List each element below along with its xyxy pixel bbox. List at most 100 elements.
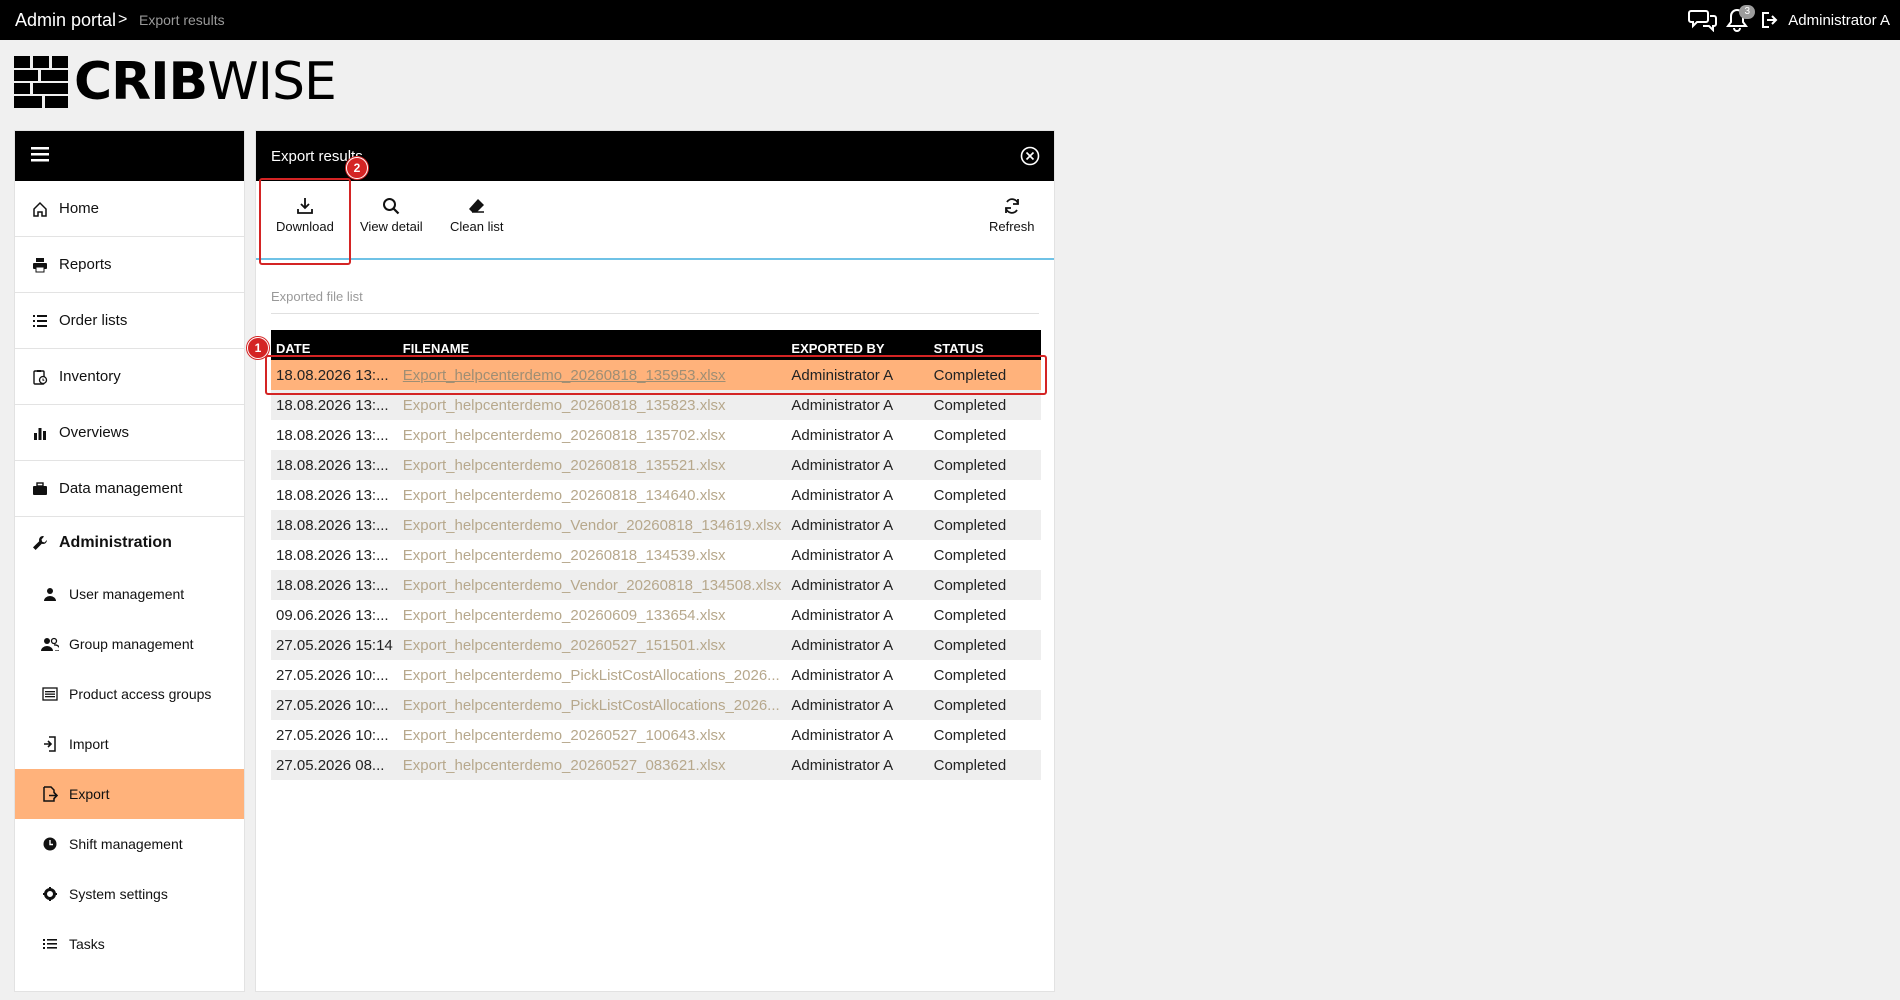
cell-status: Completed — [928, 630, 1041, 660]
printer-icon — [31, 256, 49, 274]
sidebar-item-label: Order lists — [59, 312, 128, 329]
close-icon[interactable] — [1020, 146, 1040, 170]
table-row[interactable]: 27.05.2026 08... Export_helpcenterdemo_20… — [271, 750, 1041, 780]
callout-number-2: 2 — [346, 157, 368, 179]
notifications-button[interactable]: 3 — [1726, 5, 1756, 32]
clean-list-button[interactable]: Clean list — [450, 197, 503, 234]
cell-status: Completed — [933, 546, 1007, 564]
clock-icon — [41, 835, 59, 853]
sidebar-item-system-settings[interactable]: System settings — [15, 869, 244, 919]
breadcrumb-current: Export results — [139, 12, 225, 28]
sidebar-item-order-lists[interactable]: Order lists — [15, 293, 244, 349]
cell-date: 18.08.2026 13:... — [276, 426, 389, 444]
sidebar-item-tasks[interactable]: Tasks — [15, 919, 244, 969]
logout-icon[interactable] — [1760, 10, 1778, 30]
cell-exported-by: Administrator A — [786, 630, 929, 660]
cell-filename[interactable]: Export_helpcenterdemo_PickListCostAlloca… — [398, 660, 787, 690]
table-row[interactable]: 27.05.2026 10:... Export_helpcenterdemo_P… — [271, 660, 1041, 690]
toolbar: Download View detail Clean list Refresh — [256, 181, 1054, 260]
table-row[interactable]: 27.05.2026 15:14 Export_helpcenterdemo_20… — [271, 630, 1041, 660]
breadcrumb-admin-portal[interactable]: Admin portal — [15, 10, 116, 31]
callout-highlight-download — [259, 178, 351, 265]
cell-date: 18.08.2026 13:... — [271, 570, 398, 600]
view-detail-label: View detail — [360, 219, 423, 234]
cell-filename[interactable]: Export_helpcenterdemo_Vendor_20260818_13… — [397, 570, 787, 600]
cell-exported-by: Administrator A — [786, 510, 929, 540]
sidebar-item-overviews[interactable]: Overviews — [15, 405, 244, 461]
sidebar-item-reports[interactable]: Reports — [15, 237, 244, 293]
search-icon — [383, 198, 400, 215]
table-row[interactable]: 27.05.2026 10:... Export_helpcenterdemo_2… — [271, 720, 1041, 750]
sidebar-item-import[interactable]: Import — [15, 719, 244, 769]
user-name[interactable]: Administrator A — [1788, 12, 1890, 29]
export-results-panel: Export results Download View detail Clea… — [255, 130, 1055, 992]
chat-icon[interactable] — [1688, 8, 1718, 32]
table-row[interactable]: 18.08.2026 13:... Export_helpcenterdemo_2… — [271, 480, 1041, 510]
user-icon — [41, 585, 59, 603]
sidebar-item-inventory[interactable]: Inventory — [15, 349, 244, 405]
cell-filename[interactable]: Export_helpcenterdemo_20260527_083621.xl… — [397, 750, 787, 780]
users-icon — [41, 635, 59, 653]
sidebar-item-data-management[interactable]: Data management — [15, 461, 244, 517]
table-row[interactable]: 18.08.2026 13:... Export_helpcenterdemo_V… — [271, 570, 1041, 600]
cell-filename[interactable]: Export_helpcenterdemo_20260527_100643.xl… — [398, 720, 787, 750]
gear-icon — [41, 885, 59, 903]
eraser-icon — [468, 199, 484, 213]
cribwise-logo: CRIBWISE — [14, 56, 337, 108]
cell-filename[interactable]: Export_helpcenterdemo_PickListCostAlloca… — [397, 690, 787, 720]
sidebar-item-shift-management[interactable]: Shift management — [15, 819, 244, 869]
sidebar-header — [15, 131, 244, 181]
bar-chart-icon — [31, 424, 49, 442]
table-row[interactable]: 18.08.2026 13:... Export_helpcenterdemo_2… — [271, 420, 1041, 450]
sidebar-item-user-management[interactable]: User management — [15, 569, 244, 619]
cell-status: Completed — [933, 426, 1007, 444]
sidebar-item-label: User management — [69, 586, 185, 602]
cell-exported-by: Administrator A — [786, 690, 929, 720]
notification-badge: 3 — [1739, 5, 1756, 19]
view-detail-button[interactable]: View detail — [360, 197, 423, 234]
cell-date: 18.08.2026 13:... — [276, 486, 389, 504]
cell-filename[interactable]: Export_helpcenterdemo_20260818_135521.xl… — [397, 450, 787, 480]
cell-status: Completed — [928, 450, 1041, 480]
cell-filename[interactable]: Export_helpcenterdemo_20260818_134539.xl… — [398, 540, 787, 570]
cell-filename[interactable]: Export_helpcenterdemo_20260818_135702.xl… — [398, 420, 787, 450]
sidebar-item-product-access-groups[interactable]: Product access groups — [15, 669, 244, 719]
sidebar-item-export[interactable]: Export — [15, 769, 244, 819]
sidebar-item-label: Overviews — [59, 424, 130, 441]
tasks-icon — [41, 935, 59, 953]
table-row[interactable]: 27.05.2026 10:... Export_helpcenterdemo_P… — [271, 690, 1041, 720]
cell-date: 27.05.2026 10:... — [276, 726, 389, 744]
logo-mark-icon — [14, 56, 68, 108]
cell-date: 18.08.2026 13:... — [271, 450, 398, 480]
refresh-button[interactable]: Refresh — [989, 197, 1035, 234]
cell-filename[interactable]: Export_helpcenterdemo_20260609_133654.xl… — [398, 600, 787, 630]
cell-status: Completed — [933, 726, 1007, 744]
table-row[interactable]: 18.08.2026 13:... Export_helpcenterdemo_V… — [271, 510, 1041, 540]
cell-date: 09.06.2026 13:... — [276, 606, 389, 624]
table-row[interactable]: 18.08.2026 13:... Export_helpcenterdemo_2… — [271, 450, 1041, 480]
sidebar: Home Reports Order lists Inventory Overv… — [14, 130, 245, 992]
cell-status: Completed — [933, 666, 1007, 684]
divider — [271, 313, 1039, 314]
sidebar-item-group-management[interactable]: Group management — [15, 619, 244, 669]
sidebar-item-label: Home — [59, 200, 100, 217]
table-row[interactable]: 09.06.2026 13:... Export_helpcenterdemo_2… — [271, 600, 1041, 630]
sidebar-item-label: Product access groups — [69, 686, 212, 702]
cell-date: 27.05.2026 15:14 — [271, 630, 398, 660]
sidebar-item-home[interactable]: Home — [15, 181, 244, 237]
import-icon — [41, 735, 59, 753]
cell-filename[interactable]: Export_helpcenterdemo_Vendor_20260818_13… — [397, 510, 787, 540]
cell-filename[interactable]: Export_helpcenterdemo_20260818_134640.xl… — [398, 480, 787, 510]
sidebar-item-label: Data management — [59, 480, 183, 497]
sidebar-item-administration[interactable]: Administration — [15, 517, 244, 569]
clean-list-label: Clean list — [450, 219, 504, 234]
cell-filename[interactable]: Export_helpcenterdemo_20260527_151501.xl… — [397, 630, 787, 660]
cell-exported-by: Administrator A — [786, 570, 929, 600]
refresh-icon — [1004, 198, 1019, 214]
callout-number-1: 1 — [247, 337, 269, 359]
cell-status: Completed — [928, 570, 1041, 600]
table-row[interactable]: 18.08.2026 13:... Export_helpcenterdemo_2… — [271, 540, 1041, 570]
refresh-label: Refresh — [989, 219, 1035, 234]
sidebar-item-label: Import — [69, 736, 109, 752]
hamburger-menu-icon[interactable] — [31, 146, 49, 167]
